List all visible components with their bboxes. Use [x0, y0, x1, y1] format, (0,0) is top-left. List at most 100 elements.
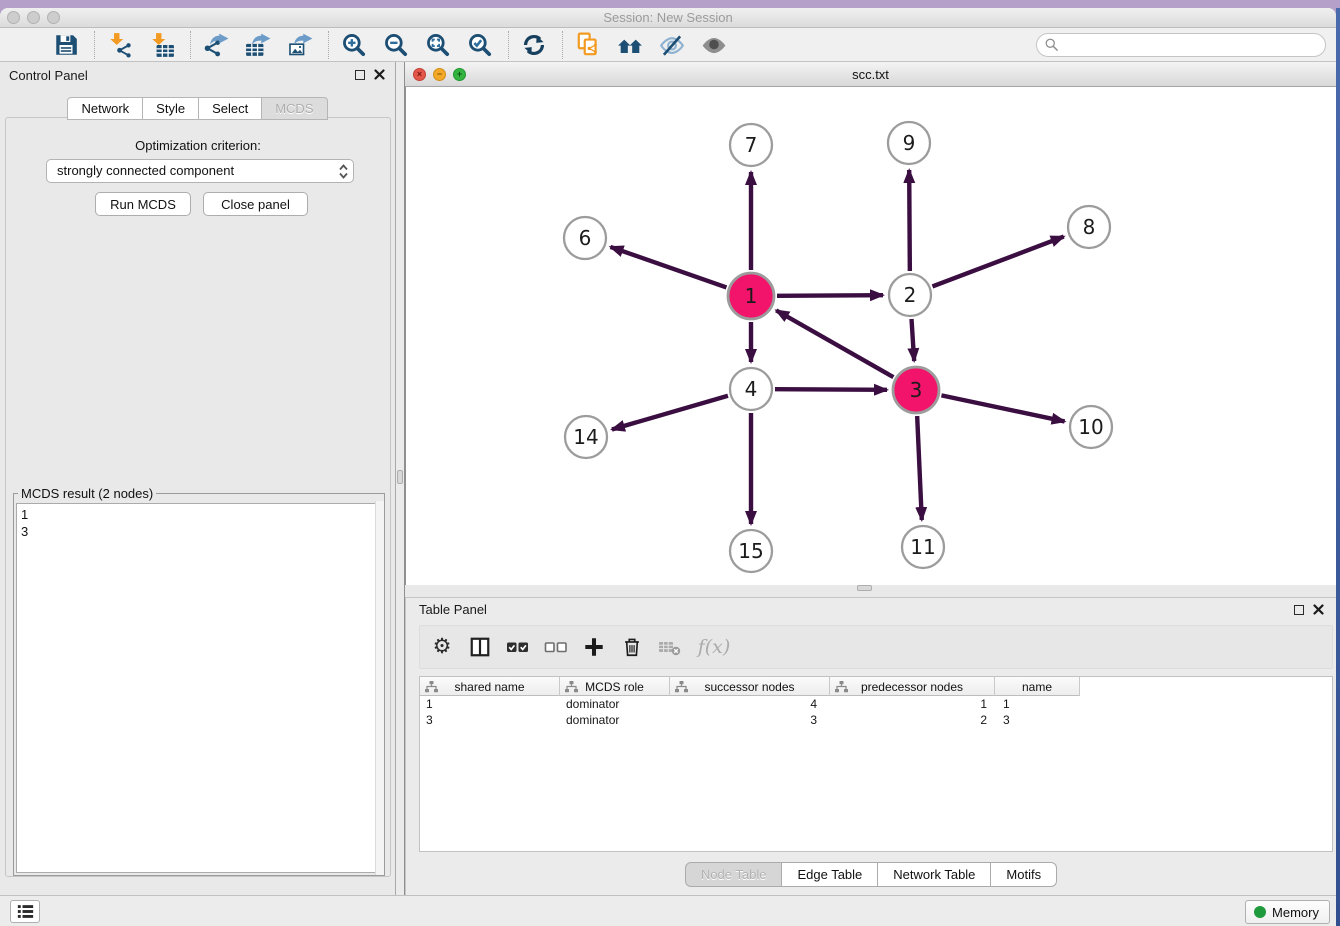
main-window: Session: New Session [0, 8, 1336, 926]
run-mcds-button[interactable]: Run MCDS [95, 192, 191, 216]
splitter-grip[interactable] [397, 470, 403, 484]
horizontal-splitter[interactable] [405, 585, 1336, 597]
deselect-all-columns-button[interactable] [544, 635, 568, 659]
clone-network-button[interactable] [572, 30, 604, 60]
graph[interactable]: 7 9 6 8 1 2 4 3 14 10 15 11 [406, 87, 1336, 585]
memory-label: Memory [1272, 905, 1319, 920]
float-panel-icon[interactable] [1294, 605, 1304, 615]
show-columns-button[interactable] [468, 635, 492, 659]
splitter-grip[interactable] [857, 585, 872, 591]
column-header-shared-name[interactable]: shared name [420, 677, 560, 696]
tab-mcds[interactable]: MCDS [262, 97, 327, 120]
table-cell[interactable]: 3 [420, 712, 560, 728]
tab-network-table[interactable]: Network Table [878, 862, 991, 887]
tab-motifs[interactable]: Motifs [991, 862, 1057, 887]
criterion-select[interactable]: strongly connected component [46, 159, 354, 183]
graph-edge-2-9[interactable] [909, 170, 910, 271]
graph-edge-2-8[interactable] [932, 237, 1063, 287]
vertical-splitter[interactable] [396, 62, 405, 895]
column-header-predecessor-nodes[interactable]: predecessor nodes [830, 677, 995, 696]
table-settings-button[interactable]: ⚙ [430, 635, 454, 659]
select-all-columns-button[interactable] [506, 635, 530, 659]
graph-edge-2-3[interactable] [912, 319, 915, 361]
open-session-button[interactable] [8, 30, 40, 60]
graph-node-11[interactable]: 11 [902, 526, 944, 568]
table-cell[interactable]: 3 [995, 712, 1080, 728]
graph-edge-3-11[interactable] [917, 416, 922, 520]
function-builder-button[interactable]: f(x) [696, 635, 732, 659]
export-image-icon [287, 32, 313, 58]
graph-edge-4-3[interactable] [775, 389, 887, 390]
graph-edge-3-10[interactable] [941, 395, 1064, 421]
table-cell[interactable]: 1 [830, 696, 995, 712]
table-cell[interactable]: 1 [420, 696, 560, 712]
plus-icon [583, 636, 605, 658]
column-header-MCDS-role[interactable]: MCDS role [560, 677, 670, 696]
graph-node-10[interactable]: 10 [1070, 406, 1112, 448]
graph-node-6[interactable]: 6 [564, 217, 606, 259]
close-panel-button[interactable]: Close panel [203, 192, 308, 216]
tab-node-table[interactable]: Node Table [685, 862, 783, 887]
graph-node-1[interactable]: 1 [728, 273, 774, 319]
export-network-button[interactable] [200, 30, 232, 60]
table-cell[interactable]: 2 [830, 712, 995, 728]
graph-node-7[interactable]: 7 [730, 124, 772, 166]
graph-edge-1-6[interactable] [610, 247, 726, 288]
close-panel-icon[interactable] [374, 69, 385, 80]
table-row[interactable]: 3dominator323 [420, 712, 1332, 728]
mcds-result-text[interactable]: 13 [16, 503, 382, 873]
graph-node-15[interactable]: 15 [730, 530, 772, 572]
tab-network[interactable]: Network [67, 97, 143, 120]
graph-node-4[interactable]: 4 [730, 368, 772, 410]
memory-button[interactable]: Memory [1245, 900, 1330, 924]
table-cell[interactable]: 3 [670, 712, 830, 728]
export-image-button[interactable] [284, 30, 316, 60]
delete-table-button[interactable] [658, 635, 682, 659]
table-cell[interactable]: 1 [995, 696, 1080, 712]
import-network-button[interactable] [104, 30, 136, 60]
tab-edge-table[interactable]: Edge Table [782, 862, 878, 887]
create-column-button[interactable] [582, 635, 606, 659]
tab-select[interactable]: Select [199, 97, 262, 120]
delete-column-button[interactable] [620, 635, 644, 659]
tab-style[interactable]: Style [143, 97, 199, 120]
show-panel-button[interactable] [698, 30, 730, 60]
export-table-button[interactable] [242, 30, 274, 60]
zoom-out-button[interactable] [380, 30, 412, 60]
save-session-button[interactable] [50, 30, 82, 60]
toolbar-separator [190, 31, 191, 59]
search-input[interactable] [1036, 33, 1326, 57]
graph-node-14[interactable]: 14 [565, 416, 607, 458]
graph-node-9[interactable]: 9 [888, 122, 930, 164]
table-cell[interactable]: 4 [670, 696, 830, 712]
zoom-in-button[interactable] [338, 30, 370, 60]
zoom-selected-button[interactable] [464, 30, 496, 60]
graph-node-2[interactable]: 2 [889, 274, 931, 316]
task-history-button[interactable] [10, 900, 40, 923]
result-scrollbar[interactable] [375, 501, 384, 875]
import-table-button[interactable] [146, 30, 178, 60]
node-table[interactable]: shared nameMCDS rolesuccessor nodesprede… [419, 676, 1333, 852]
home-button[interactable] [614, 30, 646, 60]
clone-network-icon [575, 32, 601, 58]
export-table-icon [245, 32, 271, 58]
table-toolbar: ⚙ f(x) [419, 625, 1333, 669]
toolbar-separator [508, 31, 509, 59]
refresh-button[interactable] [518, 30, 550, 60]
status-bar: Memory [0, 895, 1336, 926]
table-cell[interactable]: dominator [560, 696, 670, 712]
column-header-successor-nodes[interactable]: successor nodes [670, 677, 830, 696]
network-canvas[interactable]: 7 9 6 8 1 2 4 3 14 10 15 11 [405, 87, 1336, 585]
graph-node-3[interactable]: 3 [893, 367, 939, 413]
table-cell[interactable]: dominator [560, 712, 670, 728]
zoom-fit-button[interactable] [422, 30, 454, 60]
hide-panel-button[interactable] [656, 30, 688, 60]
table-row[interactable]: 1dominator411 [420, 696, 1332, 712]
graph-edge-4-14[interactable] [612, 396, 728, 430]
float-panel-icon[interactable] [355, 70, 365, 80]
column-header-name[interactable]: name [995, 677, 1080, 696]
graph-edge-1-2[interactable] [777, 295, 883, 296]
graph-node-8[interactable]: 8 [1068, 206, 1110, 248]
close-panel-icon[interactable] [1313, 604, 1324, 615]
graph-edge-3-1[interactable] [776, 310, 893, 377]
